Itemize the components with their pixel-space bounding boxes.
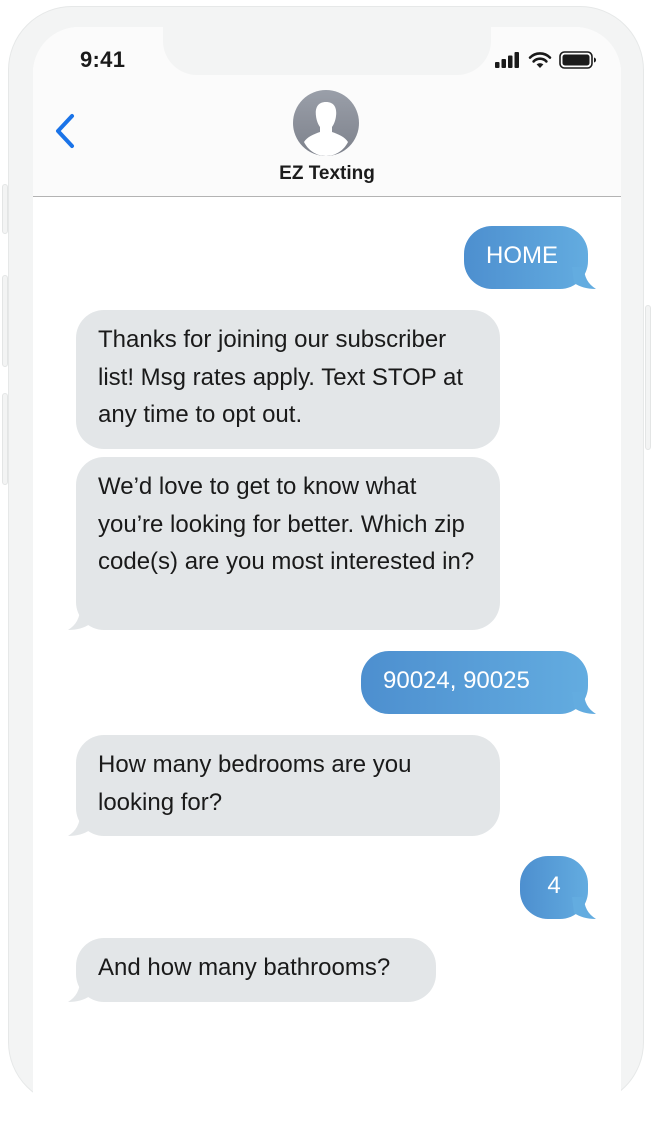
status-time: 9:41: [80, 47, 126, 72]
bubble-tail: [572, 267, 596, 289]
message-incoming[interactable]: We’d love to get to know what you’re loo…: [68, 457, 500, 630]
cellular-signal-icon: [495, 52, 519, 68]
bubble-tail: [68, 980, 92, 1002]
message-text: We’d love to get to know what you’re loo…: [98, 473, 475, 575]
notch: [163, 27, 491, 75]
contact-name: EZ Texting: [279, 163, 375, 184]
battery-icon: [559, 51, 596, 69]
chevron-left-icon: [56, 114, 74, 148]
message-incoming[interactable]: How many bedrooms are you looking for?: [68, 735, 500, 836]
bubble-tail: [68, 608, 92, 630]
person-silhouette-icon: [304, 102, 348, 156]
message-incoming[interactable]: And how many bathrooms?: [68, 938, 436, 1002]
bubble-tail: [572, 897, 596, 919]
status-icons: [495, 51, 597, 69]
message-text: Thanks for joining our subscriber list! …: [98, 326, 464, 428]
contact-avatar[interactable]: [293, 90, 359, 156]
message-outgoing[interactable]: HOME: [464, 226, 596, 289]
message-text: 90024, 90025: [383, 667, 530, 694]
wifi-icon: [528, 52, 552, 68]
message-outgoing[interactable]: 4: [520, 856, 596, 919]
bubble-tail: [68, 814, 92, 836]
message-incoming[interactable]: Thanks for joining our subscriber list! …: [76, 310, 500, 449]
message-text: And how many bathrooms?: [98, 954, 391, 981]
message-text: How many bedrooms are you looking for?: [98, 751, 412, 816]
back-button[interactable]: [51, 113, 81, 149]
power-button: [645, 305, 651, 450]
message-text: 4: [547, 872, 561, 899]
bubble-tail: [572, 692, 596, 714]
message-text: HOME: [486, 242, 558, 269]
message-outgoing[interactable]: 90024, 90025: [361, 651, 596, 714]
